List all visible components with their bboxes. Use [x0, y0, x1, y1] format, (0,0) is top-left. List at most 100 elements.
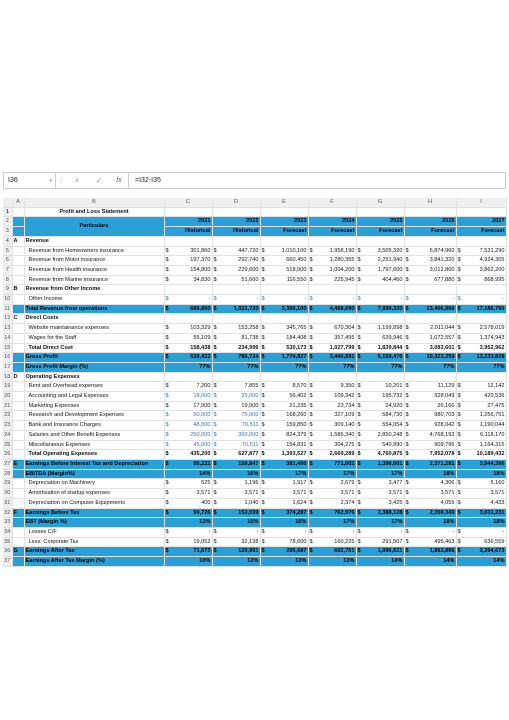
- cell[interactable]: [308, 207, 357, 218]
- row-header[interactable]: 14: [3, 333, 13, 344]
- value-cell[interactable]: $10,201: [356, 381, 405, 393]
- value-cell[interactable]: $530,173: [260, 342, 309, 354]
- value-cell[interactable]: $295,687: [260, 546, 309, 558]
- value-cell[interactable]: $1,072,557: [404, 333, 457, 344]
- value-cell[interactable]: $1,388,128: [356, 508, 405, 519]
- row-label[interactable]: Website maintainance expenses: [24, 323, 165, 334]
- value-cell[interactable]: $ -: [308, 294, 357, 305]
- value-cell[interactable]: $4,306: [404, 478, 457, 490]
- value-cell[interactable]: 14%: [456, 556, 507, 567]
- cell[interactable]: [356, 284, 405, 296]
- value-cell[interactable]: $3,571: [260, 488, 309, 499]
- value-cell[interactable]: $32,138: [212, 537, 261, 548]
- value-cell[interactable]: $447,720: [212, 246, 261, 257]
- value-cell[interactable]: $2,374: [308, 498, 357, 509]
- value-cell[interactable]: $291,507: [356, 537, 405, 548]
- value-cell[interactable]: $81,738: [212, 333, 261, 344]
- section-letter[interactable]: [12, 333, 25, 344]
- row-header[interactable]: 23: [3, 420, 13, 431]
- cell[interactable]: [456, 372, 507, 383]
- value-cell[interactable]: $762,976: [308, 508, 357, 519]
- value-cell[interactable]: $602,751: [308, 546, 357, 558]
- value-cell[interactable]: $4,768,193: [404, 430, 457, 441]
- row-header[interactable]: 30: [3, 488, 13, 499]
- section-letter[interactable]: E: [12, 459, 25, 470]
- value-cell[interactable]: $1,040: [212, 498, 261, 509]
- section-letter[interactable]: [12, 401, 25, 412]
- row-header[interactable]: 18: [3, 372, 13, 383]
- cell[interactable]: [164, 207, 213, 218]
- value-cell[interactable]: $518,000: [260, 265, 309, 276]
- value-cell[interactable]: $103,329: [164, 323, 213, 334]
- value-cell[interactable]: $109,342: [308, 391, 357, 402]
- value-cell[interactable]: $420,536: [456, 391, 507, 402]
- column-header-a[interactable]: A: [12, 198, 25, 208]
- value-cell[interactable]: $3,440,891: [308, 352, 357, 363]
- period-header[interactable]: Historical: [212, 226, 261, 237]
- section-letter[interactable]: A: [12, 236, 25, 247]
- value-cell[interactable]: $ -: [212, 527, 261, 538]
- row-header[interactable]: 6: [3, 255, 13, 266]
- value-cell[interactable]: 77%: [308, 362, 357, 373]
- column-header-h[interactable]: H: [404, 198, 457, 208]
- value-cell[interactable]: $154,831: [260, 440, 309, 451]
- value-cell[interactable]: $2,669,289: [308, 449, 357, 460]
- row-label[interactable]: Depreciation on Machinery: [24, 478, 165, 490]
- value-cell[interactable]: 77%: [456, 362, 507, 373]
- value-cell[interactable]: $11,129: [404, 381, 457, 393]
- row-label[interactable]: Earnings Before Interest Tax and Depreci…: [24, 459, 165, 470]
- value-cell[interactable]: $7,855: [212, 381, 261, 393]
- row-label[interactable]: Total Revenue from operations: [24, 304, 165, 315]
- row-label[interactable]: Revenue from Motor insurance: [24, 255, 165, 266]
- value-cell[interactable]: $3,044,396: [456, 459, 507, 470]
- row-label[interactable]: Revenue from Marine insurance: [24, 275, 165, 286]
- cell[interactable]: [308, 236, 357, 247]
- row-header[interactable]: 15: [3, 343, 13, 354]
- value-cell[interactable]: 77%: [164, 362, 213, 373]
- cell[interactable]: [404, 284, 457, 296]
- cell[interactable]: [260, 207, 309, 218]
- cell[interactable]: [260, 313, 309, 325]
- cell[interactable]: [260, 372, 309, 383]
- name-box[interactable]: I36 ▾: [4, 173, 56, 188]
- value-cell[interactable]: 77%: [356, 362, 405, 373]
- value-cell[interactable]: $435,200: [164, 449, 213, 460]
- section-letter[interactable]: [12, 381, 25, 393]
- value-cell[interactable]: $525: [164, 478, 213, 490]
- confirm-icon[interactable]: ✓: [88, 176, 110, 185]
- row-header[interactable]: 9: [3, 284, 13, 296]
- value-cell[interactable]: $12,142: [456, 381, 507, 393]
- row-label[interactable]: Marketing Expenses: [24, 401, 165, 412]
- value-cell[interactable]: $639,946: [356, 333, 405, 344]
- value-cell[interactable]: $1,096,621: [356, 546, 405, 558]
- cell[interactable]: [308, 284, 357, 296]
- period-header[interactable]: Forecast: [356, 226, 405, 237]
- row-header[interactable]: 4: [3, 236, 13, 247]
- value-cell[interactable]: $1,027,799: [308, 342, 357, 354]
- value-cell[interactable]: 13%: [308, 556, 357, 567]
- section-letter[interactable]: [12, 255, 25, 266]
- value-cell[interactable]: $357,495: [308, 333, 357, 344]
- section-letter[interactable]: [12, 488, 25, 499]
- cell[interactable]: [212, 372, 261, 383]
- row-header[interactable]: 20: [3, 391, 13, 402]
- value-cell[interactable]: $ -: [356, 294, 405, 305]
- value-cell[interactable]: $10,323,359: [404, 352, 457, 363]
- value-cell[interactable]: $3,012,800: [404, 265, 457, 276]
- section-letter[interactable]: [12, 469, 25, 480]
- value-cell[interactable]: $3,083,601: [404, 342, 457, 354]
- column-header-i[interactable]: I: [456, 198, 507, 208]
- value-cell[interactable]: $374,287: [260, 508, 309, 519]
- value-cell[interactable]: $90,726: [164, 508, 213, 519]
- value-cell[interactable]: $71,673: [164, 546, 213, 558]
- column-header-e[interactable]: E: [260, 198, 309, 208]
- value-cell[interactable]: $2,394,673: [456, 546, 507, 558]
- value-cell[interactable]: $5,160: [456, 478, 507, 490]
- value-cell[interactable]: $360,000: [212, 430, 261, 441]
- value-cell[interactable]: $6,159,476: [356, 352, 405, 363]
- value-cell[interactable]: $56,402: [260, 391, 309, 402]
- row-label[interactable]: Rent and Overhead expenses: [24, 381, 165, 393]
- row-header[interactable]: 19: [3, 381, 13, 393]
- cell[interactable]: [456, 313, 507, 325]
- value-cell[interactable]: $1,958,190: [308, 246, 357, 257]
